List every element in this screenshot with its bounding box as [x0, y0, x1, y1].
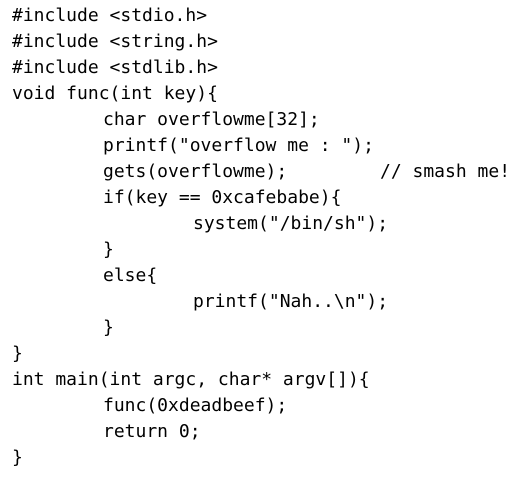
- code-line-include-string: #include <string.h>: [12, 31, 218, 52]
- code-line-printf-nah: printf("Nah..\n");: [193, 291, 389, 312]
- code-line-system-shell: system("/bin/sh");: [193, 213, 389, 234]
- code-viewer: #include <stdio.h> #include <string.h> #…: [0, 0, 525, 484]
- code-comment-smash-me: // smash me!: [380, 161, 511, 182]
- code-line-func-signature: void func(int key){: [12, 83, 218, 104]
- code-line-main-signature: int main(int argc, char* argv[]){: [12, 369, 370, 390]
- code-line-return: return 0;: [103, 421, 201, 442]
- code-line-func-call: func(0xdeadbeef);: [103, 395, 288, 416]
- code-line-if-close: }: [103, 239, 114, 260]
- code-line-main-close: }: [12, 447, 23, 468]
- code-line-printf-prompt: printf("overflow me : ");: [103, 135, 374, 156]
- code-line-func-close: }: [12, 343, 23, 364]
- code-line-gets: gets(overflowme);: [103, 161, 288, 182]
- code-line-include-stdlib: #include <stdlib.h>: [12, 57, 218, 78]
- code-line-include-stdio: #include <stdio.h>: [12, 5, 208, 26]
- code-line-if-key: if(key == 0xcafebabe){: [103, 187, 342, 208]
- code-line-buffer-decl: char overflowme[32];: [103, 109, 320, 130]
- code-line-else-close: }: [103, 317, 114, 338]
- code-line-else: else{: [103, 265, 158, 286]
